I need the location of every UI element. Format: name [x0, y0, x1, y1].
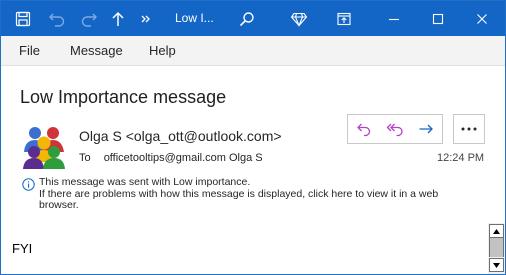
info-icon — [22, 178, 35, 191]
menu-help[interactable]: Help — [149, 43, 176, 58]
title-bar: Low I... — [1, 1, 505, 36]
view-in-browser-link[interactable]: If there are problems with how this mess… — [39, 188, 469, 212]
undo-icon[interactable] — [45, 1, 69, 36]
triangle-up-icon — [493, 228, 500, 234]
received-time: 12:24 PM — [437, 152, 485, 164]
restore-window-icon[interactable] — [332, 1, 356, 36]
triangle-down-icon — [493, 262, 500, 268]
maximize-icon[interactable] — [423, 1, 453, 36]
importance-notice: This message was sent with Low importanc… — [39, 176, 251, 188]
recipients[interactable]: officetooltips@gmail.com Olga S — [104, 152, 263, 164]
response-actions — [347, 114, 443, 144]
vertical-scrollbar[interactable] — [488, 223, 505, 274]
scroll-thumb[interactable] — [489, 238, 504, 257]
reply-all-icon — [386, 123, 403, 137]
menu-file[interactable]: File — [19, 43, 40, 58]
more-options-icon — [461, 127, 477, 131]
message-body: FYI — [12, 241, 33, 256]
message-subject: Low Importance message — [20, 87, 227, 107]
chevron-double-right-icon[interactable] — [138, 1, 154, 36]
arrow-up-icon[interactable] — [108, 1, 128, 36]
outlook-message-window: Low I... File Message Help Low Importanc… — [0, 0, 506, 275]
forward-button[interactable] — [411, 115, 442, 143]
search-icon[interactable] — [235, 1, 259, 36]
reply-icon — [356, 123, 370, 137]
scroll-down-button[interactable] — [489, 258, 504, 272]
reply-all-button[interactable] — [379, 115, 410, 143]
forward-icon — [419, 124, 434, 134]
window-title: Low I... — [175, 11, 214, 25]
reply-button[interactable] — [348, 115, 379, 143]
redo-icon[interactable] — [77, 1, 101, 36]
sender-avatar — [20, 122, 68, 170]
to-label: To — [79, 152, 91, 164]
minimize-icon[interactable] — [379, 1, 409, 36]
diamond-icon[interactable] — [287, 1, 311, 36]
menu-bar: File Message Help — [1, 36, 505, 66]
scroll-up-button[interactable] — [489, 224, 504, 238]
close-icon[interactable] — [467, 1, 497, 36]
save-icon[interactable] — [11, 1, 35, 36]
recipients-row: To officetooltips@gmail.com Olga S — [79, 152, 263, 164]
menu-message[interactable]: Message — [70, 43, 123, 58]
info-bar[interactable]: This message was sent with Low importanc… — [39, 176, 469, 212]
more-options-button[interactable] — [453, 114, 485, 144]
sender[interactable]: Olga S <olga_ott@outlook.com> — [79, 128, 282, 144]
